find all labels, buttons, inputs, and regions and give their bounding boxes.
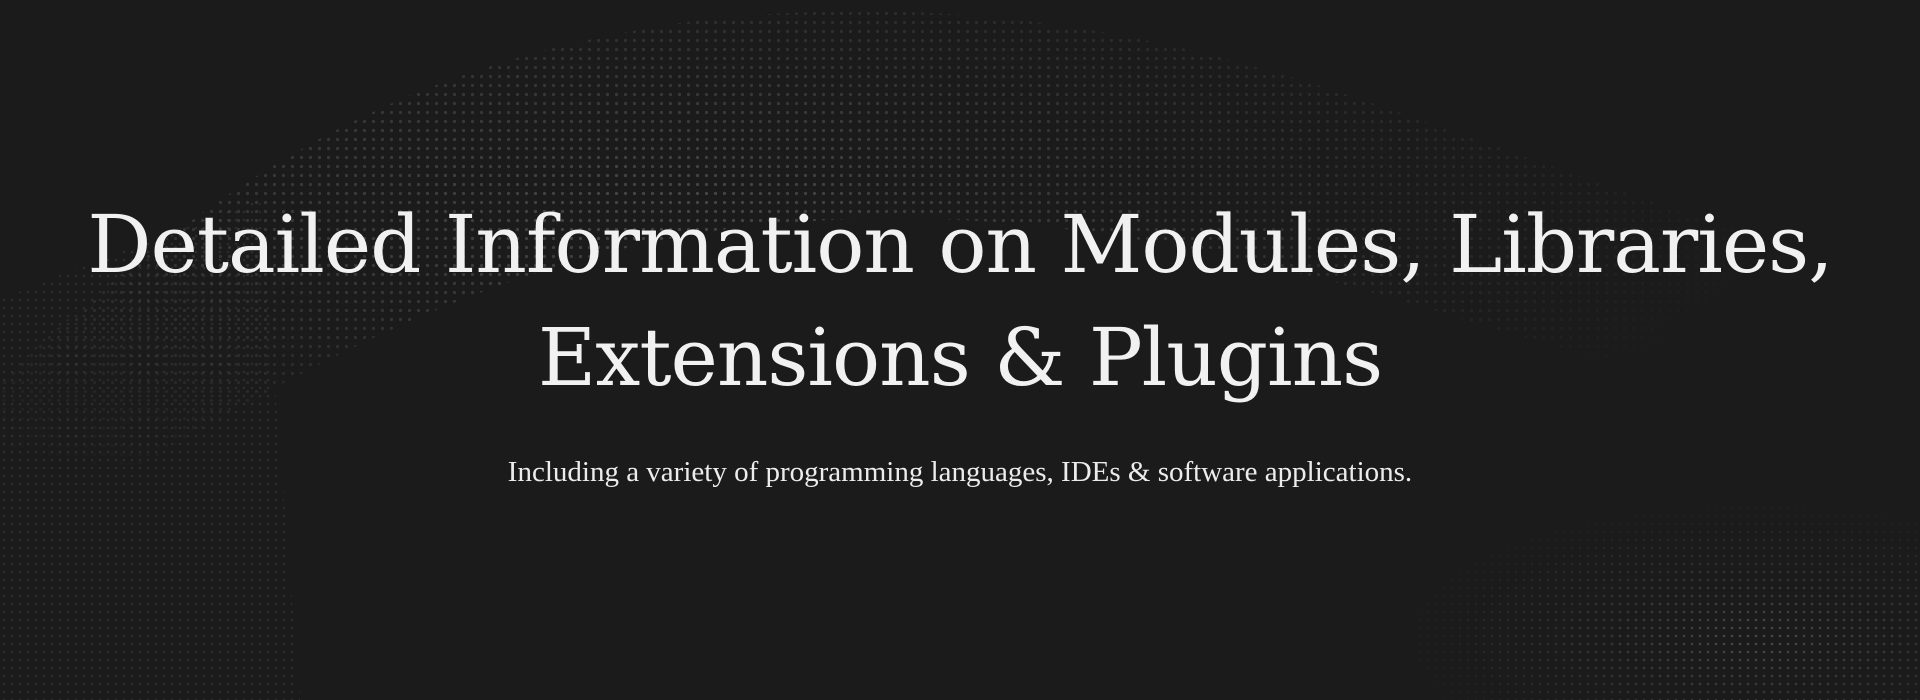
hero-subtitle: Including a variety of programming langu… — [507, 456, 1413, 488]
hero-title: Detailed Information on Modules, Librari… — [60, 188, 1860, 414]
hero-content: Detailed Information on Modules, Librari… — [0, 0, 1920, 700]
hero-title-line-2: Extensions & Plugins — [537, 311, 1383, 404]
hero-section: Detailed Information on Modules, Librari… — [0, 0, 1920, 700]
hero-title-line-1: Detailed Information on Modules, Librari… — [87, 198, 1833, 291]
